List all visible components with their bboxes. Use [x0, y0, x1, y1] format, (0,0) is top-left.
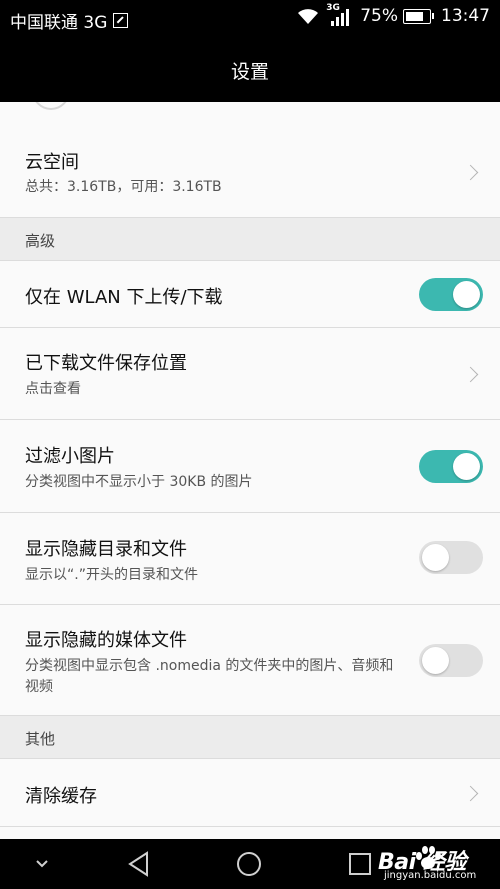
show-hidden-toggle[interactable]: [419, 541, 483, 574]
filter-small-images-toggle[interactable]: [419, 450, 483, 483]
carrier-info: 中国联通 3G: [10, 8, 129, 33]
filter-small-images-title: 过滤小图片: [25, 446, 115, 467]
show-hidden-row[interactable]: 显示隐藏目录和文件 显示以“.”开头的目录和文件: [0, 513, 500, 605]
section-label-advanced: 高级: [25, 232, 56, 250]
cloud-space-row[interactable]: 云空间 总共：3.16TB，可用：3.16TB: [0, 125, 500, 218]
show-hidden-media-row[interactable]: 显示隐藏的媒体文件 分类视图中显示包含 .nomedia 的文件夹中的图片、音频…: [0, 605, 500, 716]
partially-visible-row[interactable]: [0, 827, 500, 839]
filter-small-images-subtitle: 分类视图中不显示小于 30KB 的图片: [25, 474, 253, 490]
section-label-other: 其他: [25, 730, 56, 748]
settings-screen: 中国联通 3G 3G 75% 13:47 设置 云空间 总共：3.16TB，可用…: [0, 0, 500, 889]
clear-cache-row[interactable]: 清除缓存: [0, 759, 500, 827]
battery-icon: [403, 8, 434, 24]
paw-icon: [416, 846, 441, 869]
show-hidden-media-subtitle: 分类视图中显示包含 .nomedia 的文件夹中的图片、音频和视频: [25, 658, 394, 695]
show-hidden-media-title: 显示隐藏的媒体文件: [25, 630, 187, 651]
clear-cache-title: 清除缓存: [25, 786, 97, 807]
chevron-down-icon[interactable]: [34, 855, 50, 871]
show-hidden-media-toggle[interactable]: [419, 644, 483, 677]
cloud-space-subtitle: 总共：3.16TB，可用：3.16TB: [25, 179, 222, 195]
download-location-title: 已下载文件保存位置: [25, 353, 187, 374]
clock: 13:47: [441, 6, 490, 26]
status-bar: 中国联通 3G 3G 75% 13:47: [0, 0, 500, 36]
filter-small-images-row[interactable]: 过滤小图片 分类视图中不显示小于 30KB 的图片: [0, 420, 500, 513]
partially-scrolled-row[interactable]: [0, 102, 500, 126]
toggle-knob: [422, 647, 449, 674]
toggle-knob: [453, 453, 480, 480]
show-hidden-subtitle: 显示以“.”开头的目录和文件: [25, 567, 198, 583]
chevron-right-icon: [462, 164, 479, 181]
wifi-icon: [298, 9, 319, 24]
section-header-other: 其他: [0, 716, 500, 759]
partial-avatar-icon: [32, 102, 70, 110]
toggle-knob: [422, 544, 449, 571]
battery-fill: [406, 11, 423, 21]
recent-apps-icon[interactable]: [348, 852, 372, 876]
carrier-label: 中国联通 3G: [10, 13, 108, 33]
title-bar: 设置: [0, 36, 500, 102]
settings-list[interactable]: 云空间 总共：3.16TB，可用：3.16TB 高级 仅在 WLAN 下上传/下…: [0, 102, 500, 839]
toggle-knob: [453, 281, 480, 308]
status-right: 3G 75% 13:47: [296, 3, 490, 26]
page-title: 设置: [230, 61, 269, 83]
chevron-right-icon: [462, 785, 479, 802]
wlan-only-row[interactable]: 仅在 WLAN 下上传/下载: [0, 261, 500, 328]
no-sim-icon: [113, 13, 129, 28]
signal-indicator: 3G: [326, 3, 350, 26]
show-hidden-title: 显示隐藏目录和文件: [25, 539, 187, 560]
wlan-only-toggle[interactable]: [419, 278, 483, 311]
wlan-only-title: 仅在 WLAN 下上传/下载: [25, 287, 223, 308]
download-location-subtitle: 点击查看: [25, 381, 81, 397]
back-icon[interactable]: [126, 851, 152, 877]
cloud-space-title: 云空间: [25, 152, 79, 173]
section-header-advanced: 高级: [0, 218, 500, 261]
baidu-jingyan-watermark: Bai 经验 jingyan.baidu.com: [378, 842, 496, 887]
chevron-right-icon: [462, 366, 479, 383]
watermark-url: jingyan.baidu.com: [384, 870, 477, 881]
download-location-row[interactable]: 已下载文件保存位置 点击查看: [0, 328, 500, 420]
home-icon[interactable]: [236, 851, 262, 877]
signal-strength-icon: [331, 9, 350, 26]
battery-percent: 75%: [360, 6, 398, 26]
